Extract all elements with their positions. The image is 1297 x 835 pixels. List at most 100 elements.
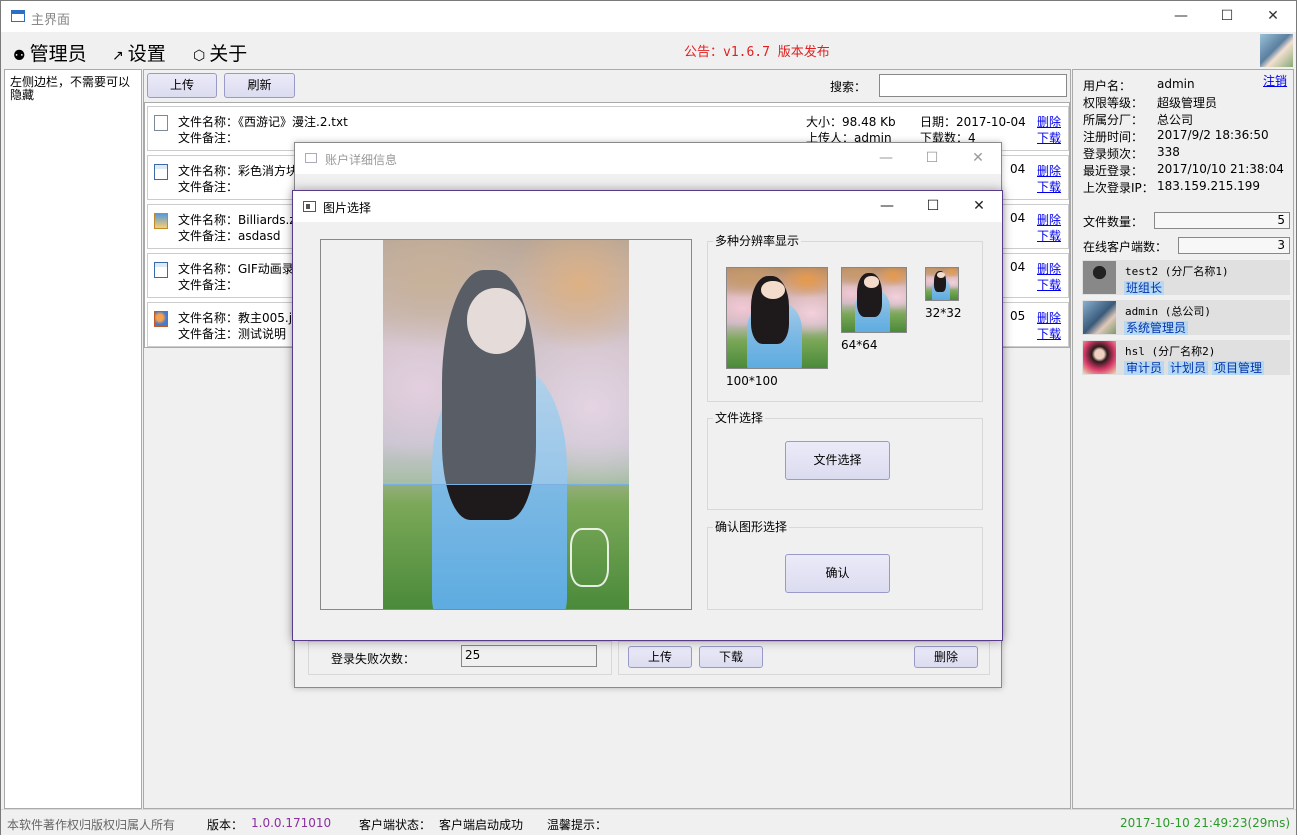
file-note: 文件备注：	[178, 131, 239, 145]
file-date-tail: 05	[1010, 309, 1026, 323]
info-value: 2017/10/10 21:38:04	[1157, 162, 1284, 176]
menu-settings-label: 设置	[127, 43, 166, 65]
menu-admin[interactable]: ⚉ 管理员	[13, 39, 87, 66]
resolution-group-title: 多种分辨率显示	[713, 232, 802, 249]
thumb-64-label: 64*64	[841, 338, 878, 352]
copyright-text: 本软件著作权归版权归属人所有	[7, 818, 176, 832]
online-user-card[interactable]: test2 (分厂名称1) 班组长	[1082, 260, 1290, 295]
account-dialog-title: 账户详细信息	[325, 153, 398, 167]
crop-selection-box[interactable]	[383, 240, 629, 486]
minimize-button[interactable]: —	[1158, 1, 1204, 32]
user-avatar	[1083, 301, 1116, 334]
users-icon: ⚉	[13, 48, 26, 64]
download-link[interactable]: 下载	[1037, 178, 1061, 195]
delete-link[interactable]: 删除	[1037, 260, 1061, 277]
download-link[interactable]: 下载	[1037, 129, 1061, 146]
download-link[interactable]: 下载	[1037, 325, 1061, 342]
online-count-label: 在线客户端数：	[1083, 240, 1168, 254]
window-file-icon	[154, 164, 168, 180]
info-label: 登录频次：	[1083, 147, 1144, 161]
announcement: 公告：v1.6.7 版本发布	[684, 45, 830, 60]
info-last-ip: 上次登录IP： 183.159.215.199	[1083, 179, 1260, 196]
menu-settings[interactable]: ↗ 设置	[112, 39, 166, 66]
online-user-card[interactable]: admin (总公司) 系统管理员	[1082, 300, 1290, 335]
online-user-name: test2 (分厂名称1)	[1125, 265, 1229, 278]
delete-link[interactable]: 删除	[1037, 162, 1061, 179]
left-sidebar: 左侧边栏，不需要可以隐藏	[4, 69, 142, 809]
file-note: 文件备注：	[178, 278, 239, 292]
info-value: 183.159.215.199	[1157, 179, 1261, 193]
refresh-button[interactable]: 刷新	[224, 73, 295, 98]
thumb-64	[841, 267, 907, 333]
info-label: 所属分厂：	[1083, 113, 1144, 127]
confirm-group-title: 确认图形选择	[713, 518, 790, 535]
upload-button[interactable]: 上传	[147, 73, 217, 98]
dialog-download-button[interactable]: 下载	[699, 646, 763, 668]
minimize-button[interactable]: —	[863, 143, 909, 174]
info-label: 注册时间：	[1083, 130, 1144, 144]
file-name: 文件名称：彩色消方块	[178, 164, 299, 178]
file-name: 文件名称：《西游记》漫注.2.txt	[178, 115, 348, 129]
info-label: 用户名：	[1083, 79, 1132, 93]
dialog-delete-button[interactable]: 删除	[914, 646, 978, 668]
thumb-100-label: 100*100	[726, 374, 778, 388]
user-avatar[interactable]	[1260, 34, 1293, 67]
file-note: 文件备注：测试说明	[178, 327, 287, 341]
search-input[interactable]	[879, 74, 1067, 97]
online-user-roles: 审计员 计划员 项目管理	[1124, 359, 1268, 376]
fail-count-field[interactable]: 25	[461, 645, 597, 667]
file-date-tail: 04	[1010, 211, 1026, 225]
online-user-name: hsl (分厂名称2)	[1125, 345, 1216, 358]
download-link[interactable]: 下载	[1037, 276, 1061, 293]
preview-photo	[383, 240, 629, 609]
info-value: 2017/9/2 18:36:50	[1157, 128, 1269, 142]
info-factory: 所属分厂： 总公司	[1083, 111, 1193, 128]
cube-icon: ⬡	[193, 48, 206, 64]
picture-select-dialog: 图片选择 — ☐ ✕ 多种分辨率显示 100*100 64*64 32*32 文…	[292, 190, 1003, 641]
dialog-upload-button[interactable]: 上传	[628, 646, 692, 668]
online-user-card[interactable]: hsl (分厂名称2) 审计员 计划员 项目管理	[1082, 340, 1290, 375]
delete-link[interactable]: 删除	[1037, 309, 1061, 326]
close-button[interactable]: ✕	[1250, 1, 1296, 32]
jpg-file-icon	[154, 311, 168, 327]
file-date-tail: 04	[1010, 260, 1026, 274]
maximize-button[interactable]: ☐	[910, 191, 956, 222]
menu-about[interactable]: ⬡ 关于	[193, 39, 247, 66]
client-state-label: 客户端状态：	[359, 818, 432, 832]
role-badge: 系统管理员	[1124, 321, 1189, 335]
file-note: 文件备注：	[178, 180, 239, 194]
logout-link[interactable]: 注销	[1263, 72, 1287, 89]
version-label: 版本：	[207, 818, 244, 832]
info-value: 超级管理员	[1157, 96, 1218, 110]
file-select-group-title: 文件选择	[713, 409, 766, 426]
delete-link[interactable]: 删除	[1037, 211, 1061, 228]
menu-admin-label: 管理员	[29, 43, 87, 65]
window-icon	[305, 153, 317, 163]
sidebar-text: 左侧边栏，不需要可以隐藏	[10, 75, 131, 102]
status-clock: 2017-10-10 21:49:23(29ms)	[1120, 816, 1291, 830]
status-bar: 本软件著作权归版权归属人所有 版本： 1.0.0.171010 客户端状态： 客…	[1, 809, 1296, 835]
info-login-count: 登录频次： 338	[1083, 145, 1180, 162]
menu-bar: ⚉ 管理员 ↗ 设置 ⬡ 关于	[1, 33, 1296, 69]
info-value: 338	[1157, 145, 1180, 159]
file-date: 日期：2017-10-04	[920, 115, 1026, 129]
text-file-icon	[154, 115, 168, 131]
account-dialog-titlebar: 账户详细信息 — ☐ ✕	[295, 143, 1001, 174]
thumb-100	[726, 267, 828, 369]
maximize-button[interactable]: ☐	[1204, 1, 1250, 32]
online-user-name: admin (总公司)	[1125, 305, 1211, 318]
role-badge: 审计员	[1124, 361, 1165, 375]
photo-watermark	[569, 527, 610, 587]
image-preview-panel[interactable]	[320, 239, 692, 610]
picture-dialog-title: 图片选择	[323, 201, 372, 215]
close-button[interactable]: ✕	[955, 143, 1001, 174]
info-label: 上次登录IP：	[1083, 181, 1154, 195]
maximize-button[interactable]: ☐	[909, 143, 955, 174]
file-select-button[interactable]: 文件选择	[785, 441, 890, 480]
close-button[interactable]: ✕	[956, 191, 1002, 222]
file-note: 文件备注：asdasd	[178, 229, 281, 243]
confirm-button[interactable]: 确认	[785, 554, 890, 593]
minimize-button[interactable]: —	[864, 191, 910, 222]
delete-link[interactable]: 删除	[1037, 113, 1061, 130]
download-link[interactable]: 下载	[1037, 227, 1061, 244]
